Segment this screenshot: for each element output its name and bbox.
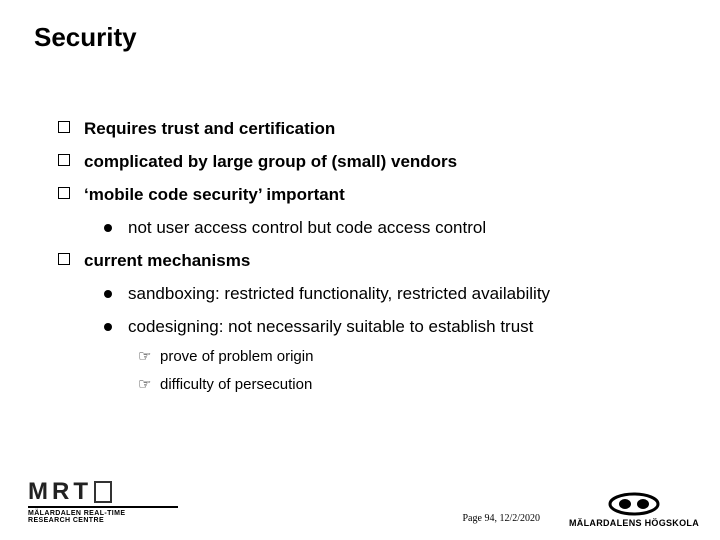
bullet-text: codesigning: not necessarily suitable to… <box>128 317 533 336</box>
bullet-item: difficulty of persecution <box>138 375 690 395</box>
bullet-item: not user access control but code access … <box>104 217 690 240</box>
mdh-logo-text: MÄLARDALENS HÖGSKOLA <box>554 518 714 528</box>
mrtc-logo: MRT MÄLARDALEN REAL-TIME RESEARCH CENTRE <box>28 480 178 524</box>
bullet-text: ‘mobile code security’ important <box>84 185 345 204</box>
bullet-text: current mechanisms <box>84 251 250 270</box>
bullet-list-level3: prove of problem origin difficulty of pe… <box>128 347 690 396</box>
bullet-item: codesigning: not necessarily suitable to… <box>104 316 690 395</box>
slide-title: Security <box>34 22 137 53</box>
bullet-item: ‘mobile code security’ important not use… <box>58 184 690 240</box>
bullet-list-level2: not user access control but code access … <box>84 217 690 240</box>
bullet-list-level2: sandboxing: restricted functionality, re… <box>84 283 690 395</box>
mrtc-subtitle: RESEARCH CENTRE <box>28 517 178 524</box>
slide-content: Requires trust and certification complic… <box>58 118 690 405</box>
mdh-logo: MÄLARDALENS HÖGSKOLA <box>554 492 714 528</box>
page-footer: Page 94, 12/2/2020 <box>463 513 541 524</box>
mrtc-subtitle: MÄLARDALEN REAL-TIME <box>28 510 178 517</box>
bullet-item: prove of problem origin <box>138 347 690 367</box>
bullet-item: Requires trust and certification <box>58 118 690 141</box>
divider <box>28 506 178 508</box>
slide: Security Requires trust and certificatio… <box>0 0 720 540</box>
mdh-mark-icon <box>607 492 661 516</box>
bullet-item: complicated by large group of (small) ve… <box>58 151 690 174</box>
mrtc-box-icon <box>94 481 112 503</box>
bullet-item: current mechanisms sandboxing: restricte… <box>58 250 690 395</box>
bullet-item: sandboxing: restricted functionality, re… <box>104 283 690 306</box>
mrtc-logo-text: MRT <box>28 480 178 504</box>
bullet-list-level1: Requires trust and certification complic… <box>58 118 690 395</box>
